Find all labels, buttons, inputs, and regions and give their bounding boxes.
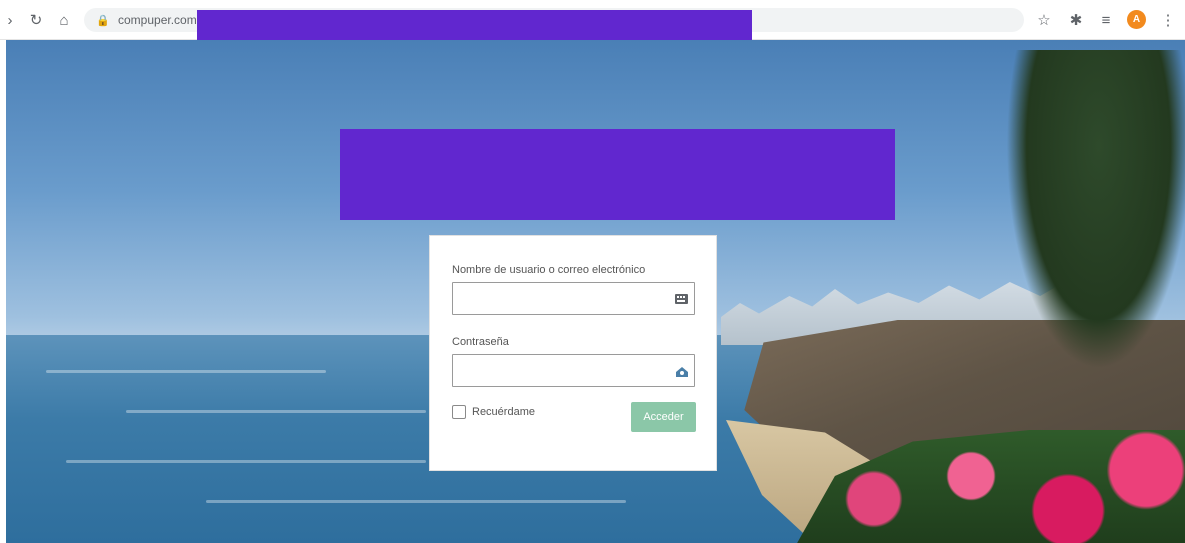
lock-icon[interactable]: 🔒 [96,13,110,27]
reload-icon[interactable]: ↻ [26,10,46,30]
kebab-menu-icon[interactable]: ⋮ [1158,10,1178,30]
username-field[interactable] [452,282,695,315]
keyboard-icon[interactable] [674,291,690,307]
home-icon[interactable]: ⌂ [54,10,74,30]
remember-checkbox[interactable] [452,405,466,419]
password-label: Contraseña [452,336,509,348]
wave [126,410,426,413]
remember-label: Recuérdame [472,406,535,418]
password-manager-icon[interactable] [674,363,690,379]
password-field[interactable] [452,354,695,387]
login-button[interactable]: Acceder [631,402,696,432]
star-icon[interactable]: ☆ [1034,10,1054,30]
wave [66,460,426,463]
puzzle-icon[interactable]: ✱ [1066,10,1086,30]
wave [206,500,626,503]
remember-me[interactable]: Recuérdame [452,404,535,420]
reading-list-icon[interactable]: ≡ [1096,10,1116,30]
forward-icon[interactable]: › [0,10,20,30]
avatar-initial: A [1132,14,1141,25]
password-input[interactable] [453,355,663,386]
wave [46,370,326,373]
username-input[interactable] [453,283,663,314]
tree [1006,50,1185,370]
username-label: Nombre de usuario o correo electrónico [452,264,646,276]
profile-avatar[interactable]: A [1127,10,1146,29]
login-form: Nombre de usuario o correo electrónico C… [429,235,717,471]
url-text: compuper.com [118,13,197,27]
title-redaction [340,129,895,220]
